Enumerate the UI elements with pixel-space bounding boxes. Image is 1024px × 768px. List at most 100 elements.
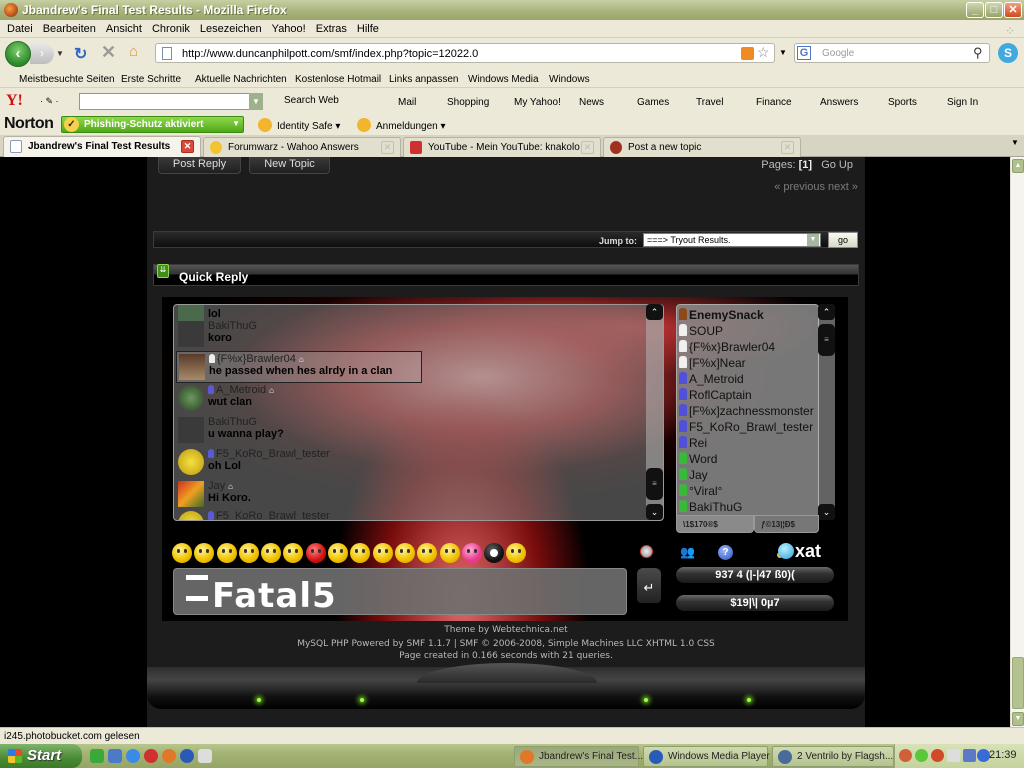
smiley-icon[interactable]	[484, 543, 505, 563]
bookmark-item[interactable]: Meistbesuchte Seiten	[4, 72, 115, 85]
smiley-icon[interactable]	[216, 543, 237, 563]
tray-icon[interactable]	[947, 749, 960, 762]
tab-post-new-topic[interactable]: Post a new topic ✕	[603, 137, 801, 157]
yahoo-games[interactable]: Games	[622, 95, 669, 108]
yahoo-search-input[interactable]	[79, 93, 263, 110]
taskbar-item-firefox[interactable]: Jbandrew's Final Test...	[514, 746, 643, 767]
quicklaunch-icon[interactable]	[144, 749, 158, 763]
home-icon[interactable]: ⌂	[129, 43, 138, 60]
quick-reply-header[interactable]	[153, 264, 859, 286]
scroll-down-icon[interactable]: ⌄	[818, 504, 835, 520]
smiley-icon[interactable]	[506, 543, 527, 563]
yahoo-news[interactable]: News	[564, 95, 604, 108]
user-list-item[interactable]: RoflCaptain	[679, 388, 752, 402]
yahoo-sign-in[interactable]: Sign In	[932, 95, 978, 108]
menu-hilfe[interactable]: Hilfe	[352, 20, 384, 35]
yahoo-my-yahoo[interactable]: My Yahoo!	[499, 95, 561, 108]
minimize-button[interactable]: _	[966, 2, 984, 18]
tray-expand-icon[interactable]	[899, 749, 912, 762]
tab-forumwarz[interactable]: Forumwarz - Wahoo Answers ✕	[203, 137, 401, 157]
scroll-down-icon[interactable]: ▼	[1012, 712, 1024, 726]
bookmark-item[interactable]: Aktuelle Nachrichten	[180, 72, 287, 85]
yahoo-finance[interactable]: Finance	[741, 95, 792, 108]
back-button[interactable]: ‹	[5, 41, 31, 67]
menu-bearbeiten[interactable]: Bearbeiten	[38, 20, 101, 35]
chevron-down-icon[interactable]: ▼	[232, 119, 240, 128]
group-status-pill[interactable]: 937 4 (|-|47 ß0)(	[676, 567, 834, 583]
maximize-button[interactable]: □	[985, 2, 1003, 18]
user-list-item[interactable]: Jay	[679, 468, 708, 482]
menu-extras[interactable]: Extras	[311, 20, 352, 35]
yahoo-logo[interactable]: Y!	[6, 92, 23, 110]
rss-feed-icon[interactable]	[741, 47, 754, 60]
logins-button[interactable]: Anmeldungen ▾	[357, 118, 446, 132]
userlist-scrollbar[interactable]: ⌃ ≡ ⌄	[818, 304, 835, 520]
skype-icon[interactable]: S	[998, 43, 1018, 63]
yahoo-search-dropdown[interactable]: ▼	[249, 93, 263, 110]
menu-yahoo[interactable]: Yahoo!	[267, 20, 311, 35]
smiley-icon[interactable]	[238, 543, 259, 563]
tray-icon[interactable]	[915, 749, 928, 762]
user-list-item[interactable]: Word	[679, 452, 717, 466]
sound-mute-icon[interactable]	[640, 545, 653, 558]
scroll-up-icon[interactable]: ⌃	[646, 304, 663, 320]
xat-logo[interactable]: xat	[778, 541, 821, 562]
firefox-icon[interactable]	[162, 749, 176, 763]
current-page-link[interactable]: [1]	[799, 159, 812, 171]
smiley-icon[interactable]	[417, 543, 438, 563]
menu-datei[interactable]: Datei	[2, 20, 38, 35]
forward-button[interactable]: ›	[30, 44, 54, 64]
url-bar[interactable]: http://www.duncanphilpott.com/smf/index.…	[155, 43, 787, 63]
theme-credit[interactable]: Theme by Webtechnica.net	[147, 625, 865, 635]
bookmark-item[interactable]: Links anpassen	[374, 72, 459, 85]
scroll-thumb[interactable]	[1012, 657, 1024, 709]
scroll-up-icon[interactable]: ⌃	[818, 304, 835, 320]
user-list-item[interactable]: [F%x]zachnessmonster	[679, 404, 814, 418]
smiley-icon[interactable]	[439, 543, 460, 563]
norton-tray-icon[interactable]	[931, 749, 944, 762]
previous-next-links[interactable]: « previous next »	[774, 181, 858, 193]
smiley-icon[interactable]	[194, 543, 215, 563]
yahoo-mail[interactable]: Mail	[383, 95, 416, 108]
user-tab-friends[interactable]: ƒ©13|¦Ð$	[754, 515, 819, 533]
bookmark-star-icon[interactable]: ☆	[757, 44, 770, 61]
message-scrollbar[interactable]: ⌃ ≡ ⌄	[646, 304, 663, 520]
user-list-item[interactable]: SOUP	[679, 324, 723, 338]
network-icon[interactable]	[963, 749, 976, 762]
search-web-button[interactable]: Search Web	[284, 95, 339, 106]
user-list-item[interactable]: Rei	[679, 436, 707, 450]
utorrent-icon[interactable]	[90, 749, 104, 763]
phishing-protection-status[interactable]: ✓ Phishing-Schutz aktiviert ▼	[61, 116, 244, 133]
list-all-tabs-icon[interactable]: ▼	[1011, 138, 1019, 147]
search-placeholder[interactable]: Google	[822, 48, 854, 59]
post-reply-button[interactable]: Post Reply	[158, 157, 241, 174]
menu-ansicht[interactable]: Ansicht	[101, 20, 147, 35]
help-icon[interactable]: ?	[718, 545, 733, 560]
menu-lesezeichen[interactable]: Lesezeichen	[195, 20, 267, 35]
smiley-icon[interactable]	[172, 543, 192, 563]
user-list-item[interactable]: EnemySnack	[679, 308, 764, 322]
chevron-down-icon[interactable]: ▼	[807, 234, 819, 246]
close-tab-icon[interactable]: ✕	[381, 141, 394, 154]
close-button[interactable]: ✕	[1004, 2, 1022, 18]
bookmark-item[interactable]: Windows Media	[453, 72, 539, 85]
yahoo-answers[interactable]: Answers	[805, 95, 858, 108]
tab-youtube[interactable]: YouTube - Mein YouTube: knakolo ✕	[403, 137, 601, 157]
yahoo-pencil-icon[interactable]: · ✎ ·	[40, 96, 59, 107]
smiley-icon[interactable]	[328, 543, 349, 563]
scroll-thumb[interactable]: ≡	[818, 324, 835, 356]
smiley-icon[interactable]	[350, 543, 371, 563]
scroll-up-icon[interactable]: ▲	[1012, 159, 1024, 173]
bookmark-item[interactable]: Windows	[534, 72, 590, 85]
show-desktop-icon[interactable]	[198, 749, 212, 763]
menu-chronik[interactable]: Chronik	[147, 20, 195, 35]
smiley-icon[interactable]	[394, 543, 415, 563]
media-player-icon[interactable]	[180, 749, 194, 763]
go-button[interactable]: go	[828, 232, 858, 248]
group-info-pill[interactable]: $19|\| 0µ7	[676, 595, 834, 611]
scroll-thumb[interactable]: ≡	[646, 468, 663, 500]
close-tab-icon[interactable]: ✕	[581, 141, 594, 154]
user-list-item[interactable]: [F%x]Near	[679, 356, 746, 370]
user-group-icon[interactable]: 👥	[680, 545, 695, 559]
internet-explorer-icon[interactable]	[126, 749, 140, 763]
